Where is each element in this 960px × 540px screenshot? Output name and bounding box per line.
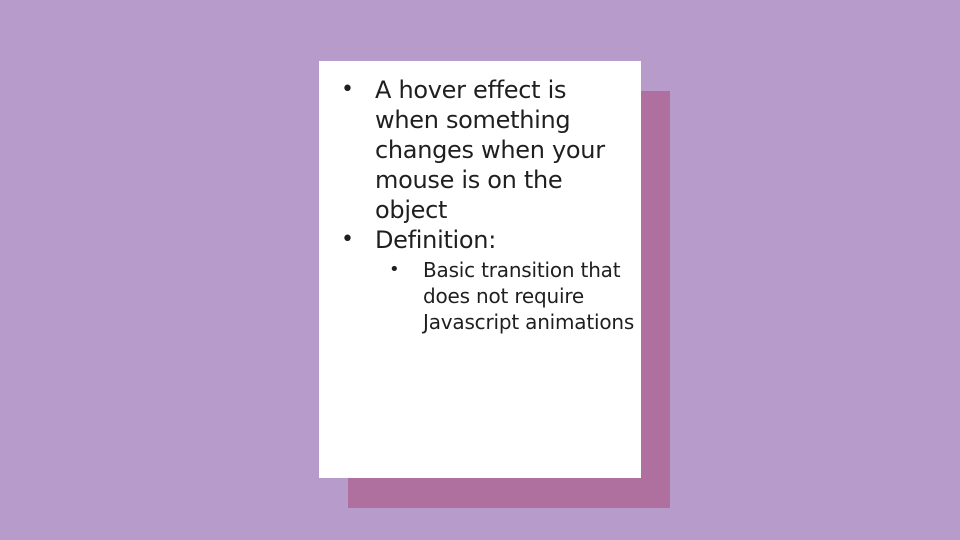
- bullet-item-hover-effect: • A hover effect is when something chang…: [339, 75, 635, 225]
- sub-bullet-item: • Basic transition that does not require…: [375, 257, 635, 335]
- bullet-list: • A hover effect is when something chang…: [339, 75, 635, 335]
- bullet-text: A hover effect is when something changes…: [375, 76, 605, 224]
- slide-background: • A hover effect is when something chang…: [0, 0, 960, 540]
- bullet-item-definition: • Definition: • Basic transition that do…: [339, 225, 635, 335]
- bullet-dot-icon: •: [341, 227, 354, 252]
- bullet-dot-icon: •: [341, 77, 354, 102]
- bullet-dot-icon: •: [389, 259, 400, 280]
- bullet-text: Definition:: [375, 226, 497, 254]
- content-card: • A hover effect is when something chang…: [319, 61, 641, 478]
- sub-bullet-list: • Basic transition that does not require…: [375, 257, 635, 335]
- sub-bullet-text: Basic transition that does not require J…: [423, 258, 635, 334]
